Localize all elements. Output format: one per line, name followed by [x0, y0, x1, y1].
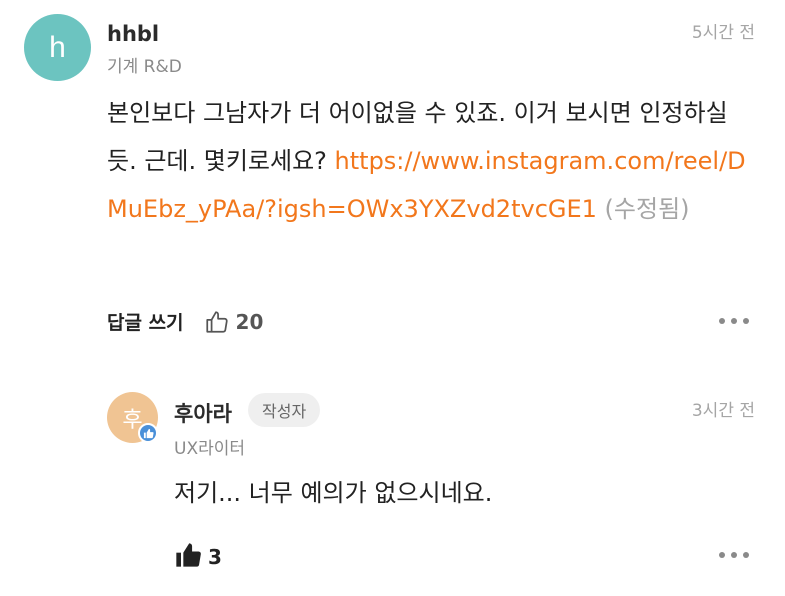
timestamp: 5시간 전: [691, 23, 755, 43]
comment-body: 본인보다 그남자가 더 어이없을 수 있죠. 이거 보시면 인정하실듯. 근데.…: [107, 89, 747, 233]
reply-body: 저기... 너무 예의가 없으시네요.: [174, 479, 493, 507]
thumbs-up-badge-icon: [138, 423, 158, 443]
more-options-icon[interactable]: [719, 318, 749, 324]
reply-user-subtitle: UX라이터: [174, 439, 246, 459]
reply-username[interactable]: 후아라: [174, 398, 232, 428]
avatar-letter: h: [49, 30, 66, 64]
reply-button[interactable]: 답글 쓰기: [107, 308, 184, 335]
reply-like-count: 3: [208, 545, 222, 569]
author-badge: 작성자: [248, 393, 321, 427]
thumbs-up-filled-icon[interactable]: [174, 541, 202, 573]
comment-actions: 답글 쓰기 20: [107, 308, 263, 335]
reply-more-options-icon[interactable]: [719, 552, 749, 558]
user-subtitle: 기계 R&D: [107, 57, 182, 77]
avatar[interactable]: h: [24, 14, 91, 81]
like-count: 20: [235, 309, 264, 334]
thumbs-up-outline-icon[interactable]: [204, 309, 230, 335]
edited-label: (수정됨): [596, 195, 690, 223]
reply-actions: 3: [174, 541, 222, 573]
username[interactable]: hhbl: [107, 22, 159, 46]
reply-timestamp: 3시간 전: [691, 401, 755, 421]
